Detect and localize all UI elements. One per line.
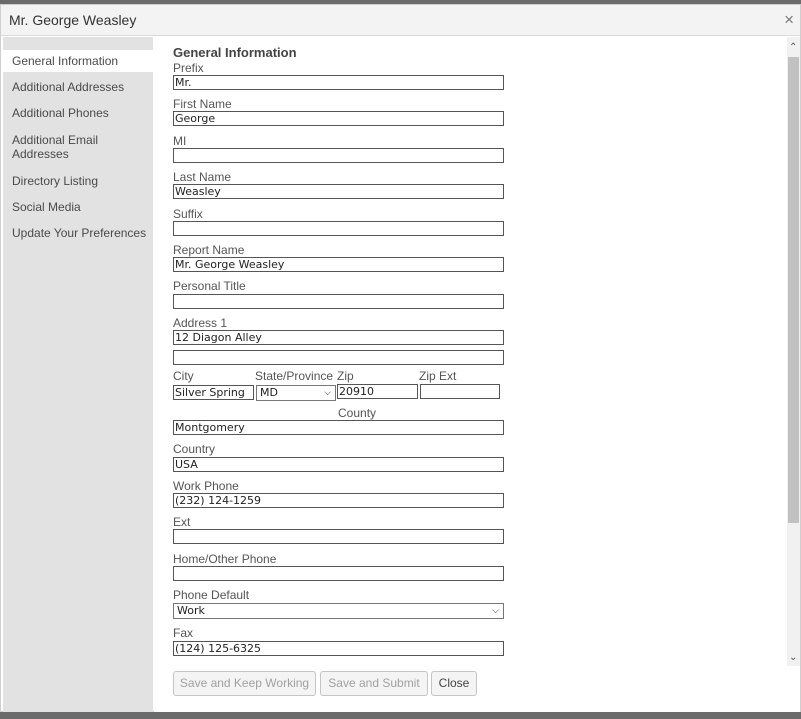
zip-ext-field[interactable] (420, 384, 500, 399)
dialog-title: Mr. George Weasley (9, 12, 137, 28)
sidebar-nav: General Information Additional Addresses… (3, 37, 153, 712)
chevron-down-icon: ⌵ (324, 388, 331, 398)
city-label: City (173, 369, 194, 383)
content-scrollbar[interactable]: ⌃ ⌄ (787, 37, 800, 666)
zip-field[interactable]: 20910 (337, 384, 418, 399)
close-button[interactable]: Close (431, 671, 477, 696)
form-content: General Information Prefix Mr. First Nam… (154, 37, 787, 666)
suffix-label: Suffix (173, 207, 203, 221)
home-phone-label: Home/Other Phone (173, 552, 277, 566)
prefix-field[interactable]: Mr. (173, 75, 504, 90)
sidebar-item-label: Social Media (12, 200, 81, 214)
state-select-value: MD (260, 386, 278, 399)
sidebar-item-additional-phones[interactable]: Additional Phones (3, 106, 153, 120)
ext-label: Ext (173, 515, 191, 529)
save-and-keep-working-button[interactable]: Save and Keep Working (173, 671, 316, 696)
phone-default-label: Phone Default (173, 588, 250, 602)
sidebar-item-social-media[interactable]: Social Media (3, 200, 153, 214)
scroll-up-icon[interactable]: ⌃ (789, 43, 797, 53)
sidebar-item-additional-email-addresses[interactable]: Additional Email Addresses (3, 133, 113, 161)
first-name-label: First Name (173, 97, 232, 111)
report-name-field[interactable]: Mr. George Weasley (173, 257, 504, 272)
country-field[interactable]: USA (173, 457, 504, 472)
last-name-label: Last Name (173, 170, 232, 184)
sidebar-item-label: Additional Phones (12, 106, 109, 120)
save-and-submit-button[interactable]: Save and Submit (320, 671, 428, 696)
dialog-footer: Save and Keep Working Save and Submit Cl… (154, 666, 800, 712)
dialog-titlebar: Mr. George Weasley × (1, 5, 800, 36)
fax-label: Fax (173, 626, 194, 640)
personal-title-field[interactable] (173, 294, 504, 309)
sidebar-item-general-information[interactable]: General Information (3, 50, 153, 72)
sidebar-item-additional-addresses[interactable]: Additional Addresses (3, 80, 153, 94)
sidebar-item-directory-listing[interactable]: Directory Listing (3, 174, 153, 188)
county-label: County (338, 406, 377, 420)
fax-field[interactable]: (124) 125-6325 (173, 641, 504, 656)
work-phone-field[interactable]: (232) 124-1259 (173, 493, 504, 508)
zip-ext-label: Zip Ext (419, 369, 457, 383)
report-name-label: Report Name (173, 243, 245, 257)
sidebar-item-label: General Information (12, 54, 119, 68)
section-title: General Information (173, 45, 297, 60)
mi-label: MI (173, 134, 187, 148)
phone-default-value: Work (177, 604, 205, 617)
city-field[interactable]: Silver Spring (173, 385, 254, 400)
phone-default-select[interactable]: Work ⌵ (173, 603, 504, 619)
scrollbar-thumb[interactable] (788, 57, 799, 523)
prefix-label: Prefix (173, 61, 204, 75)
sidebar-item-label: Directory Listing (12, 174, 99, 188)
suffix-field[interactable] (173, 221, 504, 236)
ext-field[interactable] (173, 529, 504, 544)
close-icon[interactable]: × (784, 11, 794, 28)
county-field[interactable]: Montgomery (173, 420, 504, 435)
chevron-down-icon: ⌵ (492, 606, 499, 616)
state-select[interactable]: MD ⌵ (256, 385, 336, 401)
first-name-field[interactable]: George (173, 111, 504, 126)
sidebar-item-label: Update Your Preferences (12, 226, 147, 240)
mi-field[interactable] (173, 148, 504, 163)
work-phone-label: Work Phone (173, 479, 239, 493)
personal-title-label: Personal Title (173, 279, 246, 293)
address1-field[interactable]: 12 Diagon Alley (173, 330, 504, 345)
sidebar-item-update-preferences[interactable]: Update Your Preferences (3, 226, 153, 240)
sidebar-item-label: Additional Addresses (12, 80, 125, 94)
country-label: Country (173, 442, 216, 456)
address1-label: Address 1 (173, 316, 228, 330)
state-label: State/Province (255, 369, 334, 383)
edit-profile-dialog: Mr. George Weasley × General Information… (0, 4, 801, 712)
home-phone-field[interactable] (173, 566, 504, 581)
sidebar-item-label: Additional Email Addresses (12, 133, 99, 161)
address2-field[interactable] (173, 350, 504, 365)
scroll-down-icon[interactable]: ⌄ (789, 653, 797, 663)
last-name-field[interactable]: Weasley (173, 184, 504, 199)
zip-label: Zip (337, 369, 354, 383)
